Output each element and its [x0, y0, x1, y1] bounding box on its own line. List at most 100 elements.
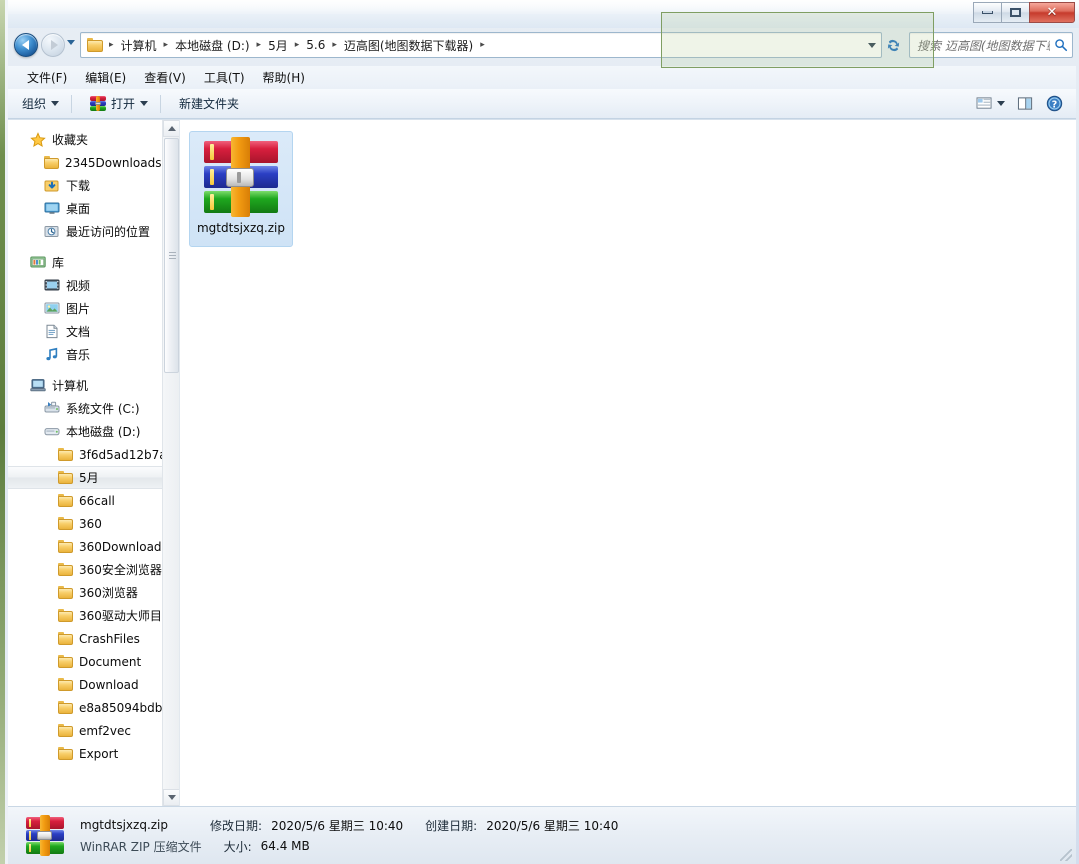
forward-button[interactable]	[41, 33, 65, 57]
sidebar-item-folder[interactable]: 360	[8, 512, 162, 535]
sidebar-item-desktop[interactable]: 桌面	[8, 197, 162, 220]
sidebar-item-2345downloads[interactable]: 2345Downloads	[8, 151, 162, 174]
help-button[interactable]: ?	[1041, 92, 1068, 115]
change-view-button[interactable]	[971, 93, 1010, 114]
sidebar-item-folder[interactable]: 360驱动大师目录	[8, 604, 162, 627]
sidebar-label: CrashFiles	[79, 631, 140, 646]
breadcrumb-item-3[interactable]: 5.6	[303, 38, 328, 52]
menu-help[interactable]: 帮助(H)	[254, 66, 314, 89]
back-button[interactable]	[14, 33, 38, 57]
sidebar-label: 5月	[79, 471, 99, 485]
favorites-star-icon	[30, 131, 46, 148]
sidebar-label: e8a85094bdb56	[79, 700, 162, 715]
sidebar-item-pictures[interactable]: 图片	[8, 297, 162, 320]
sidebar-label: 收藏夹	[52, 133, 89, 147]
sidebar-item-folder[interactable]: e8a85094bdb56	[8, 696, 162, 719]
sidebar-item-folder[interactable]: Download	[8, 673, 162, 696]
details-file-name: mgtdtsjxzq.zip	[80, 818, 169, 832]
file-item-mgtdtsjxzq-zip[interactable]: mgtdtsjxzq.zip	[189, 131, 293, 247]
music-icon	[44, 347, 60, 363]
breadcrumb-separator: ▸	[256, 40, 262, 50]
breadcrumb: ▸ 计算机 ▸ 本地磁盘 (D:) ▸ 5月 ▸ 5.6 ▸ 迈高图(地图数据下…	[105, 37, 489, 54]
sidebar-item-folder[interactable]: 360浏览器	[8, 581, 162, 604]
menu-tools[interactable]: 工具(T)	[195, 66, 254, 89]
open-button[interactable]: 打开	[82, 91, 156, 116]
breadcrumb-item-0[interactable]: 计算机	[118, 37, 160, 54]
refresh-button[interactable]	[882, 32, 904, 58]
command-bar-right-group: ?	[971, 92, 1076, 115]
scroll-up-button[interactable]	[163, 120, 179, 137]
preview-pane-button[interactable]	[1012, 93, 1039, 114]
sidebar-label: 文档	[66, 325, 91, 339]
sidebar-header-computer[interactable]: 计算机	[8, 374, 162, 397]
desktop-icon	[44, 201, 60, 217]
sidebar-item-folder[interactable]: CrashFiles	[8, 627, 162, 650]
breadcrumb-separator: ▸	[109, 40, 114, 50]
scroll-down-button[interactable]	[163, 789, 179, 806]
details-created-value: 2020/5/6 星期三 10:40	[486, 818, 619, 833]
new-folder-button[interactable]: 新建文件夹	[171, 91, 247, 116]
system-drive-icon	[44, 401, 60, 417]
sidebar-header-favorites[interactable]: 收藏夹	[8, 128, 162, 151]
file-list-pane[interactable]: mgtdtsjxzq.zip	[180, 120, 1076, 806]
search-box[interactable]: 搜索 迈高图(地图数据下载器)	[909, 32, 1073, 58]
breadcrumb-item-2[interactable]: 5月	[265, 37, 291, 54]
folder-icon	[58, 517, 73, 530]
desktop-green-edge	[0, 0, 5, 864]
folder-icon	[58, 471, 73, 484]
sidebar-item-folder-may[interactable]: 5月	[8, 466, 162, 489]
sidebar-item-music[interactable]: 音乐	[8, 343, 162, 366]
sidebar-label: 桌面	[66, 202, 91, 216]
sidebar-item-folder[interactable]: 360安全浏览器下	[8, 558, 162, 581]
sidebar-item-folder[interactable]: emf2vec	[8, 719, 162, 742]
close-button[interactable]: ✕	[1029, 2, 1075, 23]
menu-edit[interactable]: 编辑(E)	[76, 66, 135, 89]
sidebar-label: 本地磁盘 (D:)	[66, 425, 141, 439]
documents-icon	[44, 324, 60, 340]
maximize-button[interactable]	[1001, 2, 1030, 23]
sidebar-item-recent-places[interactable]: 最近访问的位置	[8, 220, 162, 243]
search-input[interactable]: 搜索 迈高图(地图数据下载器)	[910, 37, 1050, 54]
sidebar-header-libraries[interactable]: 库	[8, 251, 162, 274]
details-line-1: mgtdtsjxzq.zip 修改日期: 2020/5/6 星期三 10:40 …	[80, 817, 618, 834]
sidebar-item-videos[interactable]: 视频	[8, 274, 162, 297]
address-dropdown-button[interactable]	[863, 33, 881, 57]
folder-icon	[58, 678, 73, 691]
sidebar-item-folder[interactable]: 360Downloads	[8, 535, 162, 558]
resize-grip[interactable]	[1060, 849, 1072, 861]
sidebar-item-folder[interactable]: 3f6d5ad12b7ac	[8, 443, 162, 466]
folder-icon	[58, 655, 73, 668]
organize-button[interactable]: 组织	[14, 91, 67, 116]
breadcrumb-item-1[interactable]: 本地磁盘 (D:)	[172, 37, 252, 54]
minimize-button[interactable]	[973, 2, 1002, 23]
sidebar-label: 360	[79, 516, 102, 531]
sidebar-label: 视频	[66, 279, 91, 293]
sidebar-item-documents[interactable]: 文档	[8, 320, 162, 343]
sidebar-label: 系统文件 (C:)	[66, 402, 140, 416]
details-size-label: 大小:	[223, 839, 252, 854]
details-size-value: 64.4 MB	[260, 839, 310, 853]
sidebar-item-folder[interactable]: 66call	[8, 489, 162, 512]
window-left-edge	[5, 0, 8, 864]
nav-group-libraries: 库 视频 图片 文档 音乐	[8, 251, 162, 366]
folder-icon	[87, 38, 103, 52]
menu-view[interactable]: 查看(V)	[135, 66, 195, 89]
computer-icon	[30, 378, 46, 394]
chevron-up-icon	[167, 126, 176, 131]
breadcrumb-item-4[interactable]: 迈高图(地图数据下载器)	[341, 37, 476, 54]
scrollbar-thumb[interactable]	[164, 138, 179, 373]
details-modified-label: 修改日期:	[210, 818, 263, 833]
menu-file[interactable]: 文件(F)	[18, 66, 76, 89]
sidebar-item-local-drive-d[interactable]: 本地磁盘 (D:)	[8, 420, 162, 443]
sidebar-item-downloads[interactable]: 下载	[8, 174, 162, 197]
sidebar-label: 计算机	[52, 379, 89, 393]
sidebar-item-system-drive-c[interactable]: 系统文件 (C:)	[8, 397, 162, 420]
sidebar-scrollbar[interactable]	[162, 120, 179, 806]
address-bar[interactable]: ▸ 计算机 ▸ 本地磁盘 (D:) ▸ 5月 ▸ 5.6 ▸ 迈高图(地图数据下…	[80, 32, 882, 58]
sidebar-item-folder[interactable]: Export	[8, 742, 162, 765]
drive-icon	[44, 424, 60, 440]
navigation-bar: ▸ 计算机 ▸ 本地磁盘 (D:) ▸ 5月 ▸ 5.6 ▸ 迈高图(地图数据下…	[8, 28, 1076, 62]
sidebar-label: 360Downloads	[79, 539, 162, 554]
sidebar-item-folder[interactable]: Document	[8, 650, 162, 673]
recent-pages-dropdown[interactable]	[67, 40, 75, 45]
